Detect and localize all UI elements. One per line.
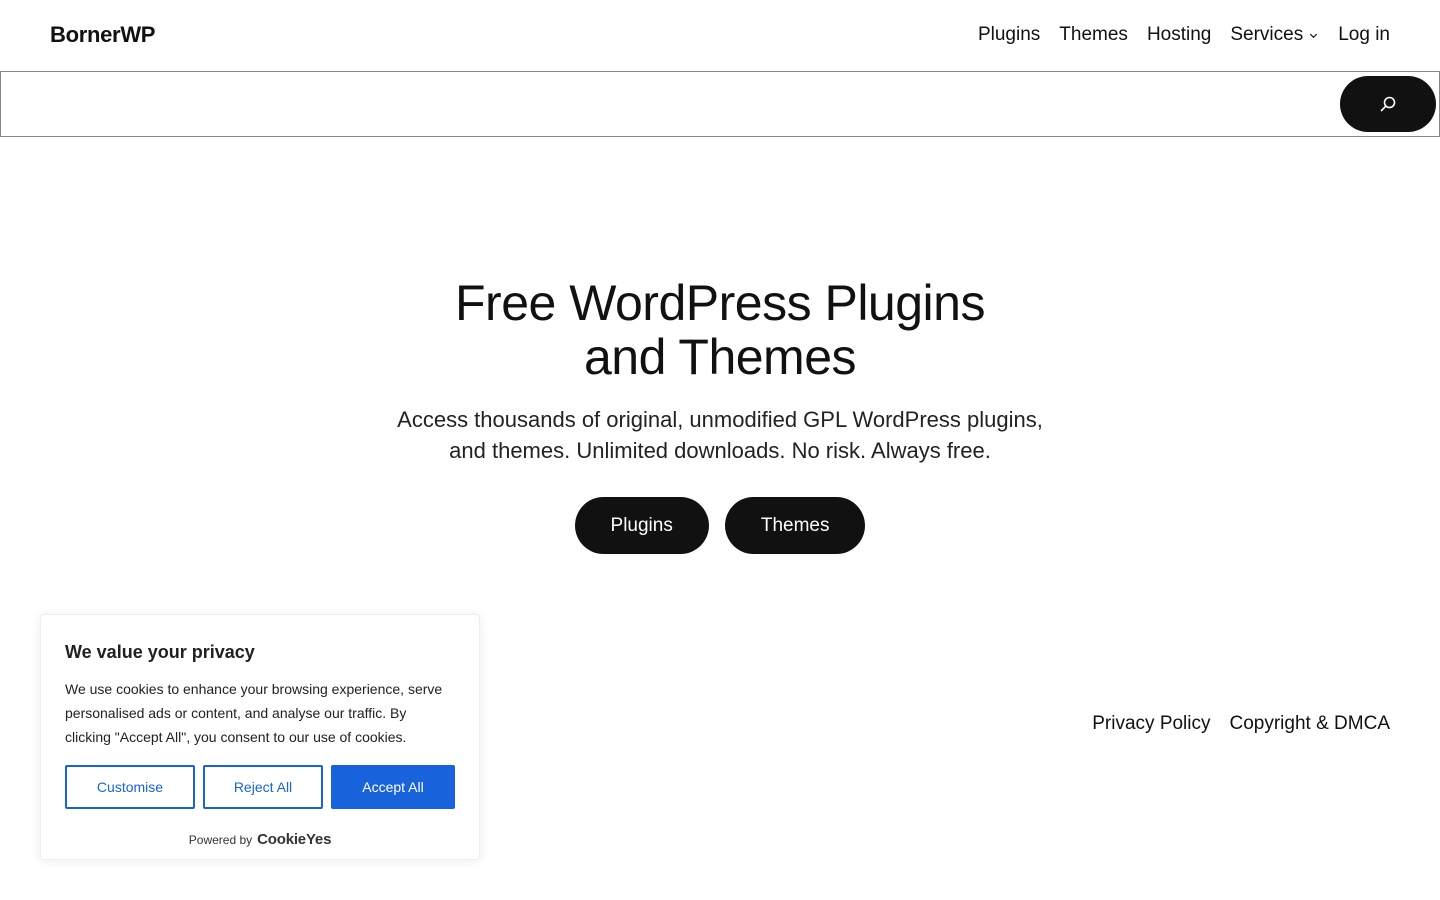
hero-title-line2: and Themes xyxy=(583,329,857,385)
cookie-consent-banner: We value your privacy We use cookies to … xyxy=(40,614,480,860)
themes-button[interactable]: Themes xyxy=(724,497,866,554)
search-bar xyxy=(0,71,1440,137)
nav-item-services[interactable]: Services xyxy=(1230,24,1319,46)
site-logo[interactable]: BornerWP xyxy=(50,22,155,48)
cookieyes-logo[interactable]: CookieYes xyxy=(257,831,331,848)
nav-item-login[interactable]: Log in xyxy=(1338,24,1390,46)
hero-subtitle-line1: Access thousands of original, unmodified… xyxy=(397,407,1043,432)
hero-subtitle-line2: and themes. Unlimited downloads. No risk… xyxy=(449,438,991,463)
search-input[interactable] xyxy=(2,73,1332,135)
hero-subtitle: Access thousands of original, unmodified… xyxy=(0,404,1440,466)
cookie-buttons: Customise Reject All Accept All xyxy=(65,765,455,809)
cookie-title: We value your privacy xyxy=(65,642,255,662)
hero-title: Free WordPress Plugins and Themes xyxy=(0,276,1440,384)
footer-nav: Privacy Policy Copyright & DMCA xyxy=(1073,713,1390,735)
copyright-dmca-link[interactable]: Copyright & DMCA xyxy=(1230,713,1391,735)
cookie-powered-by: Powered by CookieYes xyxy=(65,831,455,848)
site-header: BornerWP Plugins Themes Hosting Services… xyxy=(0,0,1440,71)
hero-title-line1: Free WordPress Plugins xyxy=(455,275,985,331)
chevron-down-icon xyxy=(1310,33,1318,38)
nav-item-plugins[interactable]: Plugins xyxy=(978,24,1040,46)
cookie-description: We use cookies to enhance your browsing … xyxy=(65,681,443,745)
nav-item-services-label: Services xyxy=(1230,24,1304,45)
hero-buttons: Plugins Themes xyxy=(0,497,1440,554)
customise-button[interactable]: Customise xyxy=(65,765,195,809)
hero-section: Free WordPress Plugins and Themes Access… xyxy=(0,276,1440,554)
reject-all-button[interactable]: Reject All xyxy=(203,765,323,809)
nav-item-hosting[interactable]: Hosting xyxy=(1147,24,1211,46)
privacy-policy-link[interactable]: Privacy Policy xyxy=(1092,713,1210,735)
nav-item-themes[interactable]: Themes xyxy=(1059,24,1128,46)
powered-by-label: Powered by xyxy=(188,832,253,847)
search-button[interactable] xyxy=(1340,76,1436,132)
accept-all-button[interactable]: Accept All xyxy=(331,765,455,809)
search-icon xyxy=(1380,96,1396,112)
main-nav: Plugins Themes Hosting Services Log in xyxy=(978,24,1390,46)
plugins-button[interactable]: Plugins xyxy=(574,497,709,554)
